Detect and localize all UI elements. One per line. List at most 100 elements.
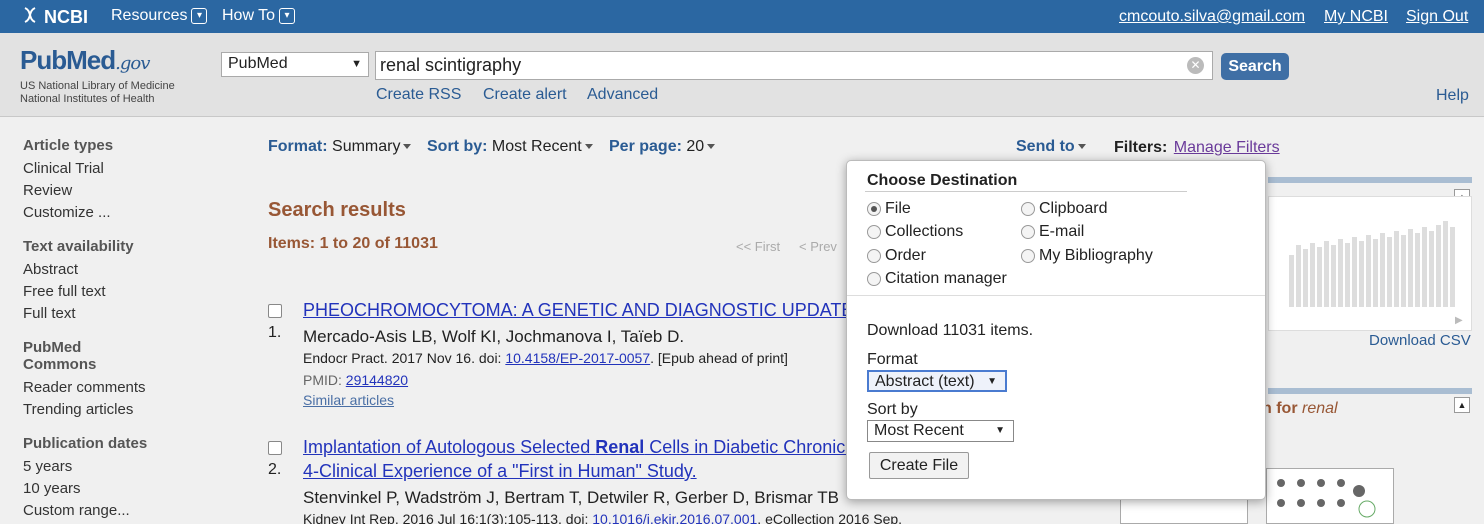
filters-label: Filters: <box>1114 139 1168 156</box>
howto-label: How To <box>222 7 276 24</box>
journal-citation: Kidney Int Rep. 2016 Jul 16;1(3):105-113… <box>303 511 593 524</box>
result-title-line2[interactable]: 4-Clinical Experience of a "First in Hum… <box>303 461 697 482</box>
search-query: renal scintigraphy <box>380 55 522 75</box>
radio-label: Clipboard <box>1039 200 1108 217</box>
filter-item[interactable]: Customize ... <box>23 202 223 224</box>
format-select-value: Abstract (text) <box>875 373 975 390</box>
format-control[interactable]: Format: Summary <box>268 138 412 156</box>
download-count-text: Download 11031 items. <box>867 322 1034 339</box>
sort-by-select[interactable]: Most Recent ▼ <box>867 420 1014 442</box>
filter-item[interactable]: Full text <box>23 303 223 325</box>
filter-item[interactable]: Reader comments <box>23 377 223 399</box>
filter-item[interactable]: Clinical Trial <box>23 158 223 180</box>
search-for-text: h for <box>1262 400 1302 417</box>
howto-menu[interactable]: How To ▾ <box>222 7 296 25</box>
doi-link[interactable]: 10.1016/j.ekir.2016.07.001 <box>592 511 757 524</box>
dropdown-arrow-icon: ▼ <box>995 425 1005 436</box>
logo-gov: .gov <box>115 53 150 74</box>
sign-out-link[interactable]: Sign Out <box>1406 8 1468 26</box>
filter-sidebar: Article types Clinical Trial Review Cust… <box>23 137 223 524</box>
radio-order[interactable]: Order <box>867 247 926 265</box>
create-alert-link[interactable]: Create alert <box>483 86 567 104</box>
sort-control[interactable]: Sort by: Most Recent <box>427 138 593 156</box>
sort-select-value: Most Recent <box>874 422 964 439</box>
user-email-link[interactable]: cmcouto.silva@gmail.com <box>1119 8 1305 26</box>
format-value: Summary <box>332 138 401 155</box>
send-to-control[interactable]: Send to <box>1016 138 1086 156</box>
section-title: PubMed Commons <box>23 339 97 373</box>
result-title-link[interactable]: PHEOCHROMOCYTOMA: A GENETIC AND DIAGNOST… <box>303 300 858 321</box>
search-button[interactable]: Search <box>1221 53 1289 80</box>
result-journal: Kidney Int Rep. 2016 Jul 16;1(3):105-113… <box>303 511 902 524</box>
pubmed-logo[interactable]: PubMed.gov US National Library of Medici… <box>20 45 175 106</box>
filter-item[interactable]: 10 years <box>23 478 223 500</box>
journal-tail: . eCollection 2016 Sep. <box>757 511 903 524</box>
ncbi-logo-text: NCBI <box>44 7 88 27</box>
radio-icon <box>867 249 881 263</box>
filter-item[interactable]: Abstract <box>23 259 223 281</box>
create-file-button[interactable]: Create File <box>869 452 969 479</box>
radio-file[interactable]: File <box>867 200 911 218</box>
prev-page-link[interactable]: < Prev <box>799 239 837 254</box>
radio-email[interactable]: E-mail <box>1021 223 1084 241</box>
filter-item[interactable]: Custom range... <box>23 500 223 522</box>
result-journal: Endocr Pract. 2017 Nov 16. doi: 10.4158/… <box>303 350 788 366</box>
result-checkbox[interactable] <box>268 441 282 455</box>
pmid-link[interactable]: 29144820 <box>346 372 408 388</box>
caret-down-icon <box>403 144 412 150</box>
create-rss-link[interactable]: Create RSS <box>376 86 461 104</box>
thumbnail-image[interactable] <box>1266 468 1394 524</box>
format-select[interactable]: Abstract (text) ▼ <box>867 370 1007 392</box>
filter-section: Text availability Abstract Free full tex… <box>23 238 223 325</box>
radio-collections[interactable]: Collections <box>867 223 963 241</box>
results-timeline-chart[interactable]: ▶ <box>1268 196 1472 331</box>
help-link[interactable]: Help <box>1436 87 1469 105</box>
scan-grid-image <box>1277 479 1376 518</box>
section-title: Text availability <box>23 238 134 255</box>
per-page-value: 20 <box>686 138 705 155</box>
items-count: Items: 1 to 20 of 11031 <box>268 235 438 252</box>
radio-icon <box>867 272 881 286</box>
ncbi-home-link[interactable]: NCBI <box>22 6 88 29</box>
result-pmid: PMID: 29144820 <box>303 372 408 388</box>
advanced-link[interactable]: Advanced <box>587 86 658 104</box>
choose-destination-popup: Choose Destination File Collections Orde… <box>846 160 1266 500</box>
section-title: Article types <box>23 137 114 154</box>
filter-item[interactable]: Review <box>23 180 223 202</box>
filter-item[interactable]: Trending articles <box>23 399 223 421</box>
result-item: 1. PHEOCHROMOCYTOMA: A GENETIC AND DIAGN… <box>268 300 858 410</box>
result-authors: Mercado-Asis LB, Wolf KI, Jochmanova I, … <box>303 327 685 346</box>
timeline-bars: ▶ <box>1289 221 1463 326</box>
sort-value: Most Recent <box>491 138 582 155</box>
doi-link[interactable]: 10.4158/EP-2017-0057 <box>505 350 650 366</box>
sort-label: Sort by <box>427 138 483 155</box>
resources-menu[interactable]: Resources ▾ <box>111 7 208 25</box>
title-part: Implantation of Autologous Selected <box>303 437 596 457</box>
my-ncbi-link[interactable]: My NCBI <box>1324 8 1388 26</box>
format-label: Format <box>268 138 323 155</box>
search-input[interactable]: renal scintigraphy ✕ <box>375 51 1213 80</box>
sort-by-label: Sort by <box>867 401 918 418</box>
results-heading: Search results <box>268 199 406 221</box>
radio-clipboard[interactable]: Clipboard <box>1021 200 1107 218</box>
collapse-toggle-icon[interactable]: ▲ <box>1454 397 1470 413</box>
filters-bar: Filters: Manage Filters <box>1114 139 1280 157</box>
radio-label: E-mail <box>1039 223 1085 240</box>
first-page-link[interactable]: << First <box>736 239 780 254</box>
dropdown-arrow-icon: ▼ <box>351 58 362 70</box>
filter-section: Article types Clinical Trial Review Cust… <box>23 137 223 224</box>
pubmed-header: PubMed.gov US National Library of Medici… <box>0 33 1484 117</box>
download-csv-link[interactable]: Download CSV <box>1369 332 1471 349</box>
radio-label: Order <box>885 247 926 264</box>
result-checkbox[interactable] <box>268 304 282 318</box>
resources-label: Resources <box>111 7 188 24</box>
similar-articles-link[interactable]: Similar articles <box>303 392 394 408</box>
radio-citation-manager[interactable]: Citation manager <box>867 270 1007 288</box>
database-select[interactable]: PubMed ▼ <box>221 52 369 77</box>
filter-item[interactable]: 5 years <box>23 456 223 478</box>
manage-filters-link[interactable]: Manage Filters <box>1174 139 1280 156</box>
clear-icon[interactable]: ✕ <box>1187 57 1204 74</box>
filter-item[interactable]: Free full text <box>23 281 223 303</box>
per-page-control[interactable]: Per page: 20 <box>609 138 716 156</box>
radio-my-bibliography[interactable]: My Bibliography <box>1021 247 1153 265</box>
